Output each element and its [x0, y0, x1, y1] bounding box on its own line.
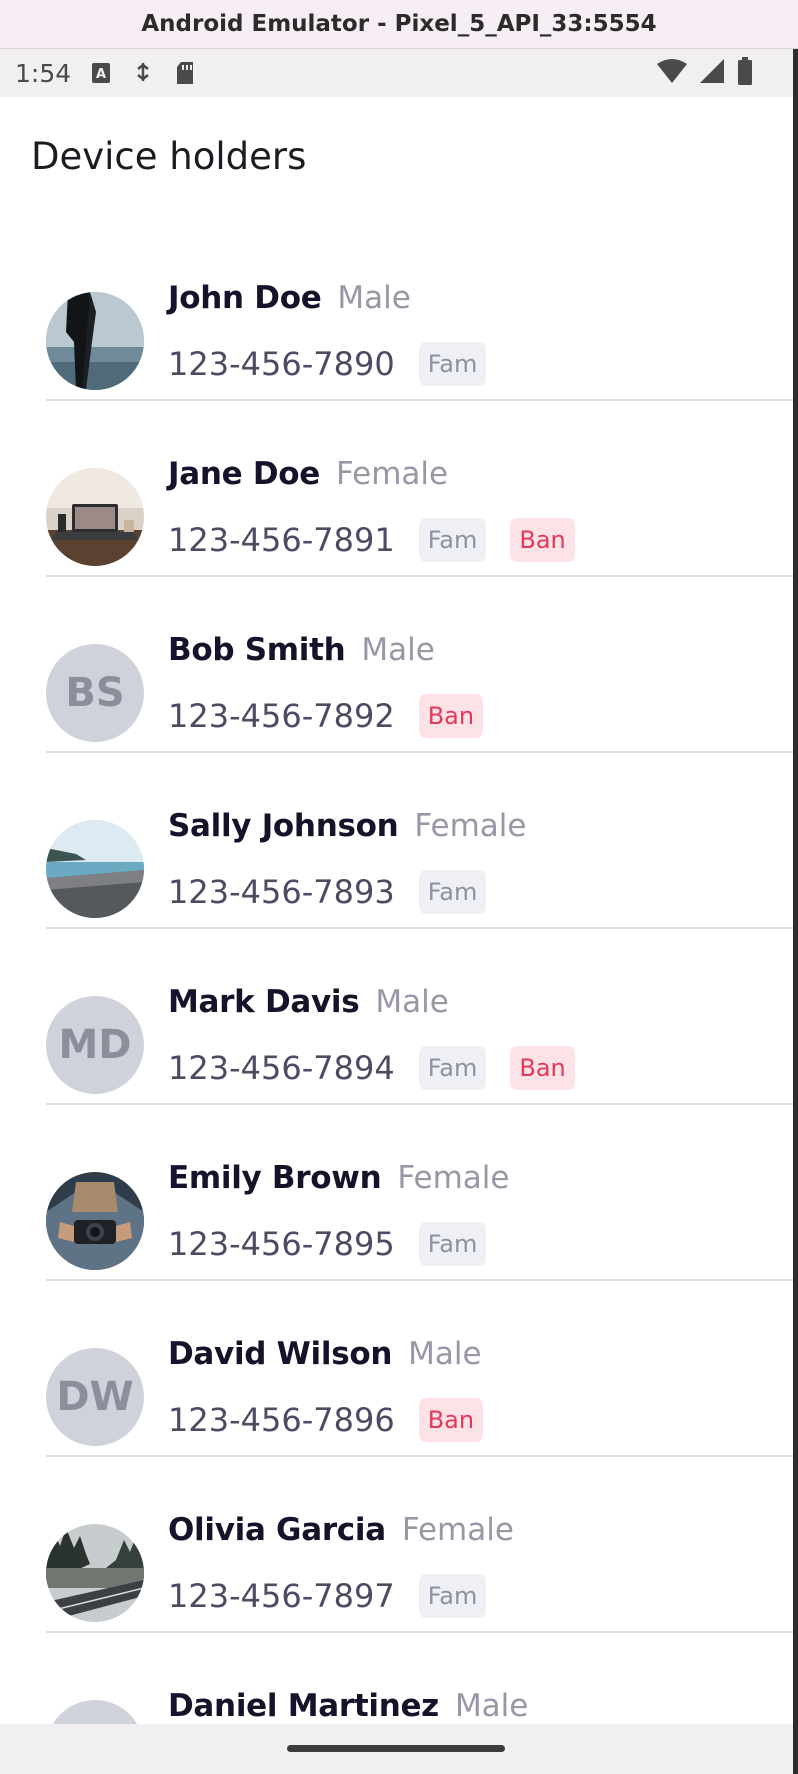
svg-text:A: A [96, 67, 106, 82]
holder-list-item-john-doe[interactable]: John Doe Male 123-456-7890 Fam [0, 225, 793, 401]
avatar-initials: MD [58, 1022, 132, 1068]
holder-gender: Female [336, 456, 449, 492]
holder-list-item-jane-doe[interactable]: Jane Doe Female 123-456-7891 Fam Ban [0, 401, 793, 577]
holder-name-row: John Doe Male [168, 280, 411, 316]
holder-name: Daniel Martinez [168, 1688, 439, 1724]
holder-name: John Doe [168, 280, 322, 316]
holder-phone: 123-456-7897 [168, 1577, 395, 1615]
holder-name-row: Mark Davis Male [168, 984, 449, 1020]
holder-list-item-sally-johnson[interactable]: Sally Johnson Female 123-456-7893 Fam [0, 753, 793, 929]
tag-fam: Fam [418, 1222, 487, 1266]
tag-fam: Fam [418, 342, 487, 386]
holder-list-item-olivia-garcia[interactable]: Olivia Garcia Female 123-456-7897 Fam [0, 1457, 793, 1633]
holder-list-item-david-wilson[interactable]: DW David Wilson Male 123-456-7896 Ban [0, 1281, 793, 1457]
holder-gender: Male [337, 280, 411, 316]
avatar-initials: DW [56, 1374, 134, 1420]
device-holder-list[interactable]: John Doe Male 123-456-7890 Fam Jane Doe Femal… [0, 225, 793, 1774]
navigation-bar [0, 1724, 793, 1774]
holder-phone: 123-456-7895 [168, 1225, 395, 1263]
holder-gender: Female [414, 808, 527, 844]
holder-gender: Male [375, 984, 449, 1020]
holder-name: Jane Doe [168, 456, 320, 492]
holder-gender: Male [361, 632, 435, 668]
wifi-icon [657, 58, 687, 89]
holder-list-item-emily-brown[interactable]: Emily Brown Female 123-456-7895 Fam [0, 1105, 793, 1281]
tag-fam: Fam [418, 1046, 487, 1090]
emulator-window-title: Android Emulator - Pixel_5_API_33:5554 [0, 0, 798, 49]
holder-phone-row: 123-456-7896 Ban [168, 1398, 484, 1442]
battery-icon [737, 57, 753, 90]
holder-phone-row: 123-456-7891 Fam Ban [168, 518, 575, 562]
holder-name-row: Daniel Martinez Male [168, 1688, 528, 1724]
holder-phone: 123-456-7896 [168, 1401, 395, 1439]
usb-debug-icon [133, 60, 153, 86]
laptop-desk-photo [46, 468, 144, 566]
holder-phone-row: 123-456-7890 Fam [168, 342, 487, 386]
tag-ban: Ban [418, 1398, 484, 1442]
holder-name: Emily Brown [168, 1160, 382, 1196]
holder-name: Olivia Garcia [168, 1512, 386, 1548]
holder-phone: 123-456-7893 [168, 873, 395, 911]
holder-name-row: Emily Brown Female [168, 1160, 509, 1196]
holder-name-row: Olivia Garcia Female [168, 1512, 514, 1548]
holder-list-item-mark-davis[interactable]: MD Mark Davis Male 123-456-7894 Fam Ban [0, 929, 793, 1105]
holder-phone-row: 123-456-7893 Fam [168, 870, 487, 914]
camera-person-photo [46, 1172, 144, 1270]
avatar-initials: BS [65, 670, 125, 716]
tag-fam: Fam [418, 518, 487, 562]
status-time: 1:54 [15, 58, 72, 88]
avatar: BS [46, 644, 144, 742]
holder-phone: 123-456-7892 [168, 697, 395, 735]
tag-fam: Fam [418, 1574, 487, 1618]
holder-phone: 123-456-7891 [168, 521, 395, 559]
beach-shore-photo [46, 820, 144, 918]
holder-gender: Male [454, 1688, 529, 1724]
sd-card-icon [175, 60, 195, 86]
tag-ban: Ban [510, 1046, 575, 1090]
holder-name: David Wilson [168, 1336, 393, 1372]
cellular-signal-icon [699, 58, 725, 89]
holder-gender: Female [397, 1160, 510, 1196]
avatar: MD [46, 996, 144, 1094]
holder-name-row: Bob Smith Male [168, 632, 435, 668]
tag-fam: Fam [418, 870, 487, 914]
tag-ban: Ban [418, 694, 484, 738]
tag-ban: Ban [510, 518, 575, 562]
holder-name-row: Jane Doe Female [168, 456, 448, 492]
status-right-icons [657, 57, 753, 90]
phone-screen: 1:54 A Device holders John Doe Male 123-45… [0, 49, 793, 1774]
holder-phone-row: 123-456-7894 Fam Ban [168, 1046, 575, 1090]
forest-road-photo [46, 1524, 144, 1622]
holder-name-row: David Wilson Male [168, 1336, 482, 1372]
holder-gender: Male [408, 1336, 482, 1372]
holder-list-item-bob-smith[interactable]: BS Bob Smith Male 123-456-7892 Ban [0, 577, 793, 753]
holder-phone-row: 123-456-7892 Ban [168, 694, 484, 738]
holder-name: Sally Johnson [168, 808, 399, 844]
holder-gender: Female [401, 1512, 514, 1548]
holder-name-row: Sally Johnson Female [168, 808, 526, 844]
a-box-icon: A [91, 60, 111, 86]
holder-phone-row: 123-456-7895 Fam [168, 1222, 487, 1266]
holder-phone: 123-456-7894 [168, 1049, 395, 1087]
home-indicator[interactable] [287, 1745, 505, 1752]
window-edge [793, 49, 798, 1774]
holder-phone: 123-456-7890 [168, 345, 395, 383]
holder-phone-row: 123-456-7897 Fam [168, 1574, 487, 1618]
holder-name: Bob Smith [168, 632, 346, 668]
page-title: Device holders [31, 135, 307, 178]
status-bar: 1:54 A [0, 49, 793, 97]
avatar: DW [46, 1348, 144, 1446]
person-by-lake-photo [46, 292, 144, 390]
holder-name: Mark Davis [168, 984, 360, 1020]
